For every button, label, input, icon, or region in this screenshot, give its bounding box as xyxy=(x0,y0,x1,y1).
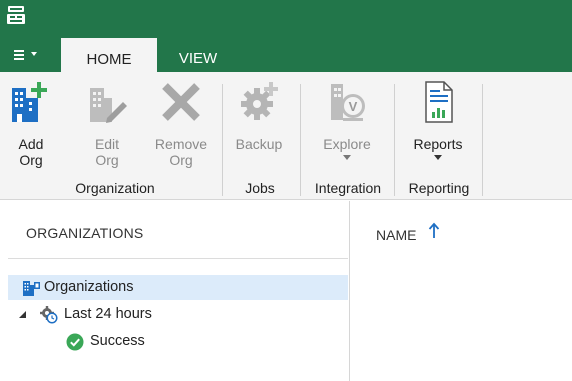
hamburger-menu-icon xyxy=(14,50,24,60)
ribbon: AddOrg EditOrg RemoveOrg Organization xyxy=(0,72,572,200)
veeam-app-icon[interactable] xyxy=(6,5,26,27)
remove-org-label-line2: Org xyxy=(169,152,193,168)
ribbon-separator xyxy=(222,84,223,196)
success-check-icon xyxy=(66,333,84,351)
tab-home[interactable]: HOME xyxy=(61,38,157,72)
tree-item-last-24-hours[interactable]: Last 24 hours xyxy=(8,302,348,327)
navigation-pane: ORGANIZATIONS Organizations Last 24 hour… xyxy=(0,201,350,381)
edit-org-label-line2: Org xyxy=(95,152,119,168)
add-org-label-line1: Add xyxy=(18,136,44,152)
ribbon-tab-bar: HOME VIEW xyxy=(0,36,572,72)
explore-veeam-icon: V xyxy=(331,84,365,121)
backup-gear-icon xyxy=(241,82,278,120)
jobs-clock-gear-icon xyxy=(40,306,58,324)
chevron-down-icon xyxy=(343,155,351,160)
backup-button[interactable]: Backup xyxy=(226,80,292,152)
add-organization-icon xyxy=(12,82,47,122)
expand-collapse-icon[interactable] xyxy=(19,311,26,318)
sort-ascending-icon[interactable] xyxy=(428,222,440,238)
remove-x-icon xyxy=(162,83,200,121)
tree-item-label: Success xyxy=(90,333,145,349)
column-header-name[interactable]: NAME xyxy=(376,227,416,243)
add-org-label-line2: Org xyxy=(19,152,43,168)
tree-item-success[interactable]: Success xyxy=(8,329,348,354)
main-menu-button[interactable] xyxy=(8,45,52,67)
ribbon-separator xyxy=(482,84,483,196)
tab-view[interactable]: VIEW xyxy=(165,36,231,72)
jobs-group-label: Jobs xyxy=(245,180,275,196)
integration-group-label: Integration xyxy=(314,180,382,196)
svg-text:V: V xyxy=(349,99,358,114)
explore-label: Explore xyxy=(323,136,371,152)
reports-button[interactable]: Reports xyxy=(404,80,472,160)
reporting-group-label: Reporting xyxy=(408,180,470,196)
organization-group-label: Organization xyxy=(75,180,155,196)
reports-document-icon xyxy=(425,81,453,123)
edit-org-label-line1: Edit xyxy=(94,136,120,152)
tree-item-label: Organizations xyxy=(44,279,134,295)
edit-org-button[interactable]: Edit Org xyxy=(84,80,130,168)
divider xyxy=(8,258,348,259)
explore-button[interactable]: V Explore xyxy=(308,80,386,160)
tree-item-label: Last 24 hours xyxy=(64,306,152,322)
chevron-down-icon xyxy=(31,52,37,56)
chevron-down-icon xyxy=(434,155,442,160)
reports-label: Reports xyxy=(413,136,463,152)
pane-title: ORGANIZATIONS xyxy=(26,225,144,241)
add-org-button[interactable]: Add Org xyxy=(8,80,54,168)
tree-item-organizations[interactable]: Organizations xyxy=(8,275,348,300)
ribbon-separator xyxy=(394,84,395,196)
backup-label: Backup xyxy=(235,136,283,152)
remove-org-label-line1: Remove xyxy=(154,136,208,152)
title-bar xyxy=(0,0,572,36)
content-pane: NAME xyxy=(351,201,572,381)
organization-building-icon xyxy=(23,281,40,296)
ribbon-separator xyxy=(300,84,301,196)
edit-organization-icon xyxy=(90,88,127,123)
remove-org-button[interactable]: Remove Org xyxy=(150,80,212,168)
